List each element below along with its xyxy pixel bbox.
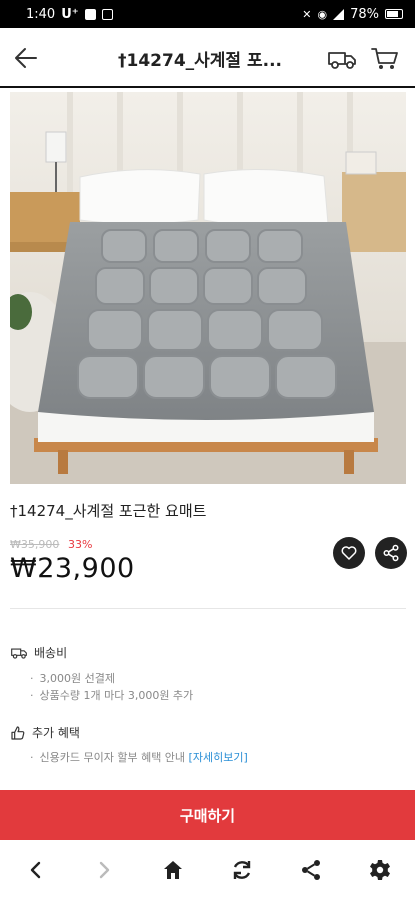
heart-icon [341,546,357,560]
shipping-line-text: 상품수량 1개 마다 3,000원 추가 [39,689,194,702]
thumbs-up-icon [11,725,25,740]
carrier-label: U⁺ [61,6,79,22]
status-time: 1:40 [26,6,56,22]
image-notification-icon [101,8,113,20]
shipping-section-title: 배송비 [10,644,67,661]
share-button[interactable] [375,537,407,569]
shipping-line: · 상품수량 1개 마다 3,000원 추가 [30,687,193,703]
home-icon[interactable] [161,858,185,882]
share-icon [383,544,399,562]
details-link[interactable]: [자세히보기] [189,751,248,764]
notification-icon [84,8,96,20]
product-image [10,92,406,484]
sale-price: ₩23,900 [10,553,135,584]
gear-icon[interactable] [368,858,392,882]
bullet-dot: · [30,751,34,764]
shipping-line: · 3,000원 선결제 [30,670,115,686]
share-icon[interactable] [299,858,323,882]
shipping-line-text: 3,000원 선결제 [39,672,115,685]
benefits-line: · 신용카드 무이자 할부 혜택 안내 [자세히보기] [30,749,248,765]
divider [10,608,406,609]
chevron-right-icon[interactable] [92,858,116,882]
benefits-line-text: 신용카드 무이자 할부 혜택 안내 [39,751,186,764]
favorite-button[interactable] [333,537,365,569]
status-left: 1:40 U⁺ [26,7,113,22]
status-right: ✕ ◉ 78% [302,7,403,22]
wifi-icon: ◉ [317,7,328,21]
top-nav: †14274_사계절 포... [0,28,415,88]
battery-text: 78% [350,6,379,22]
battery-icon [385,9,403,19]
benefits-section-title: 추가 혜택 [10,724,80,741]
original-price: ₩35,900 [10,538,60,551]
benefits-title: 추가 혜택 [32,726,80,740]
product-name: †14274_사계절 포근한 요매트 [10,502,207,520]
delivery-truck-icon [11,648,27,659]
bullet-dot: · [30,672,34,685]
page-title: †14274_사계절 포... [118,51,282,71]
mute-icon: ✕ [302,7,312,21]
signal-icon [333,8,345,20]
back-arrow-icon[interactable] [12,44,40,72]
refresh-icon[interactable] [230,858,254,882]
discount-rate: 33% [68,538,93,551]
delivery-truck-icon[interactable] [326,44,358,72]
cart-icon[interactable] [370,44,400,72]
chevron-left-icon[interactable] [24,858,48,882]
bullet-dot: · [30,689,34,702]
buy-button[interactable]: 구매하기 [0,790,415,840]
status-bar: 1:40 U⁺ ✕ ◉ 78% [0,0,415,28]
shipping-title: 배송비 [34,646,68,660]
bottom-nav [0,840,415,900]
